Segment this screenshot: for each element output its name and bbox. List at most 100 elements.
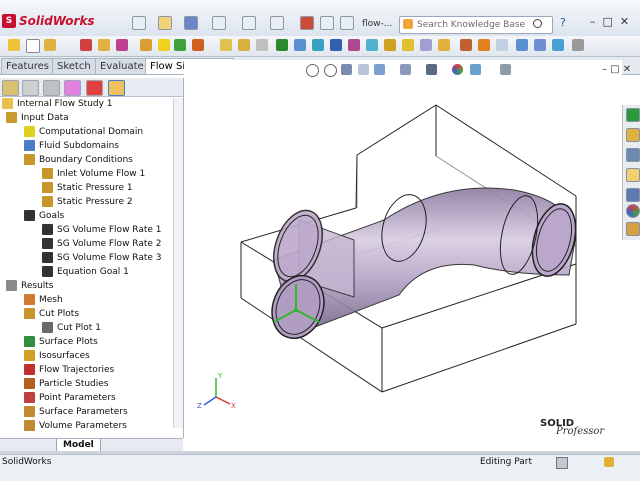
reference-triad: Y X Z — [197, 372, 236, 410]
cut-plot-tool-icon[interactable] — [348, 39, 360, 51]
xy-plot-icon[interactable] — [496, 39, 508, 51]
save-results-icon[interactable] — [330, 39, 342, 51]
smart-dimension-icon[interactable] — [8, 39, 20, 51]
tab-evaluate[interactable]: Evaluate — [95, 58, 149, 74]
custom-properties-icon[interactable] — [626, 222, 640, 236]
surface-plot-icon[interactable] — [366, 39, 378, 51]
general-settings-icon[interactable] — [80, 39, 92, 51]
select-icon[interactable] — [270, 16, 284, 30]
tree-item[interactable]: Volume Parameters — [24, 420, 127, 433]
goal-icon[interactable] — [174, 39, 186, 51]
tab-features[interactable]: Features — [1, 58, 54, 74]
tree-item[interactable]: Input Data — [6, 112, 69, 125]
save-icon[interactable] — [184, 16, 198, 30]
search-input[interactable]: Search Knowledge Base — [417, 20, 525, 30]
panel-scrollbar[interactable] — [173, 98, 183, 428]
point-param-tool-icon[interactable] — [438, 39, 450, 51]
tree-item[interactable]: Fluid Subdomains — [24, 140, 119, 153]
tree-item[interactable]: SG Volume Flow Rate 1 — [42, 224, 162, 237]
display-icon[interactable] — [552, 39, 564, 51]
solver-icon[interactable] — [256, 39, 268, 51]
tree-item[interactable]: Goals — [24, 210, 64, 223]
property-manager-tab-icon[interactable] — [22, 80, 39, 96]
mesh-settings-icon[interactable] — [192, 39, 204, 51]
tree-root[interactable]: Internal Flow Study 1 — [2, 98, 113, 111]
dimxpert-tab-icon[interactable] — [64, 80, 81, 96]
wizard-icon[interactable] — [44, 39, 56, 51]
animation-icon[interactable] — [534, 39, 546, 51]
graphics-viewport[interactable]: Y X Z — [184, 60, 622, 451]
solidworks-logo-icon[interactable]: S — [2, 14, 16, 28]
domain-settings-icon[interactable] — [116, 39, 128, 51]
display-manager-tab-icon[interactable] — [86, 80, 103, 96]
home-icon[interactable] — [626, 128, 640, 142]
new-project-icon[interactable] — [26, 39, 40, 53]
tree-item-label: SG Volume Flow Rate 2 — [57, 239, 162, 249]
units-icon[interactable] — [98, 39, 110, 51]
flow-trajectory-icon[interactable] — [402, 39, 414, 51]
particle-tool-icon[interactable] — [420, 39, 432, 51]
tree-item[interactable]: SG Volume Flow Rate 3 — [42, 252, 162, 265]
tree-item-label: Results — [21, 281, 54, 291]
isosurfaces-icon — [24, 350, 35, 361]
load-results-icon[interactable] — [312, 39, 324, 51]
tree-item[interactable]: Isosurfaces — [24, 350, 90, 363]
rebuild-icon[interactable] — [300, 16, 314, 30]
tag-icon[interactable] — [604, 457, 614, 467]
tree-item[interactable]: Equation Goal 1 — [42, 266, 129, 279]
report-icon[interactable] — [516, 39, 528, 51]
solidworks-resources-icon[interactable] — [626, 108, 640, 122]
search-icon[interactable] — [533, 19, 542, 28]
tree-item[interactable]: Cut Plots — [24, 308, 79, 321]
feature-manager-tab-icon[interactable] — [2, 80, 19, 96]
design-library-icon[interactable] — [626, 148, 640, 162]
tree-item[interactable]: Computational Domain — [24, 126, 143, 139]
view-palette-icon[interactable] — [626, 188, 640, 202]
tree-item[interactable]: Cut Plot 1 — [42, 322, 101, 335]
surface-param-tool-icon[interactable] — [460, 39, 472, 51]
tree-item[interactable]: Flow Trajectories — [24, 364, 114, 377]
calculation-icon[interactable] — [220, 39, 232, 51]
tree-item[interactable]: Results — [6, 280, 54, 293]
flow-simulation-tab-icon[interactable] — [108, 80, 125, 96]
search-box[interactable]: Search Knowledge Base — [399, 16, 553, 34]
tree-item[interactable]: Boundary Conditions — [24, 154, 133, 167]
tree-item[interactable]: SG Volume Flow Rate 2 — [42, 238, 162, 251]
watermark-tagline: Professor — [556, 426, 605, 437]
monitor-icon[interactable] — [294, 39, 306, 51]
fan-icon[interactable] — [158, 39, 170, 51]
tree-item-label: Surface Parameters — [39, 407, 128, 417]
tree-item[interactable]: Mesh — [24, 294, 63, 307]
tree-item[interactable]: Particle Studies — [24, 378, 109, 391]
tab-sketch[interactable]: Sketch — [52, 58, 96, 74]
run-icon[interactable] — [276, 39, 288, 51]
window-controls[interactable]: – □ ✕ — [590, 15, 629, 28]
appearances-icon[interactable] — [626, 204, 640, 218]
document-icon[interactable] — [340, 16, 354, 30]
undo-icon[interactable] — [242, 16, 256, 30]
configuration-manager-tab-icon[interactable] — [43, 80, 60, 96]
file-explorer-icon[interactable] — [626, 168, 640, 182]
rebuild-status-icon[interactable] — [556, 457, 568, 469]
tree-item[interactable]: Inlet Volume Flow 1 — [42, 168, 145, 181]
open-folder-icon[interactable] — [158, 16, 172, 30]
tree-item[interactable]: Surface Plots — [24, 336, 98, 349]
status-mode: Editing Part — [480, 457, 532, 467]
model-view[interactable]: Y X Z — [184, 60, 622, 451]
tree-root-label: Internal Flow Study 1 — [17, 99, 113, 109]
options-icon[interactable] — [320, 16, 334, 30]
print-icon[interactable] — [212, 16, 226, 30]
goal-plot-icon[interactable] — [478, 39, 490, 51]
tree-item[interactable]: Point Parameters — [24, 392, 116, 405]
new-file-icon[interactable] — [132, 16, 146, 30]
help-icon[interactable]: ? — [560, 16, 566, 29]
tree-item[interactable]: Static Pressure 1 — [42, 182, 133, 195]
tree-item-label: Boundary Conditions — [39, 155, 133, 165]
tools-icon[interactable] — [572, 39, 584, 51]
tree-item[interactable]: Static Pressure 2 — [42, 196, 133, 209]
viewport-window-controls[interactable]: – □ ✕ — [602, 64, 631, 75]
isosurface-tool-icon[interactable] — [384, 39, 396, 51]
batch-run-icon[interactable] — [238, 39, 250, 51]
boundary-condition-icon[interactable] — [140, 39, 152, 51]
tree-item[interactable]: Surface Parameters — [24, 406, 128, 419]
